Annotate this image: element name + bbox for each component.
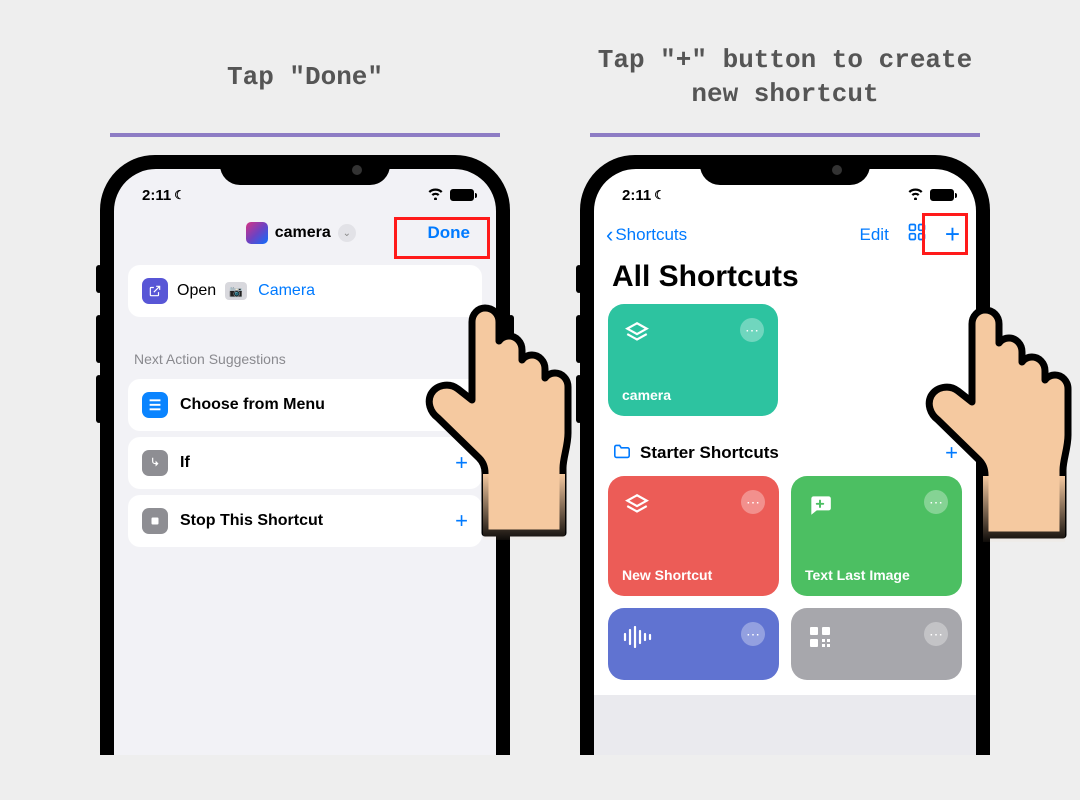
- shortcut-tile-camera[interactable]: ⋯ camera: [608, 304, 778, 416]
- tile-more-icon[interactable]: ⋯: [924, 622, 948, 646]
- shortcut-title[interactable]: camera: [275, 224, 331, 242]
- back-button[interactable]: ‹ Shortcuts: [606, 222, 687, 248]
- tile-more-icon[interactable]: ⋯: [741, 490, 765, 514]
- action-open-label: Open: [177, 282, 216, 300]
- editor-nav: camera ⌄ Done: [114, 211, 496, 257]
- status-time: 2:11☾: [142, 187, 185, 204]
- panel-step-done: Tap "Done" 2:11☾: [100, 30, 510, 755]
- shortcut-tile-new[interactable]: ⋯ New Shortcut: [608, 476, 779, 596]
- bottom-overlay: [594, 695, 976, 755]
- chevron-down-icon[interactable]: ⌄: [338, 224, 356, 242]
- menu-icon: ☰: [142, 392, 168, 418]
- chevron-left-icon: ‹: [606, 222, 613, 248]
- tile-more-icon[interactable]: ⋯: [740, 318, 764, 342]
- wifi-icon: [427, 187, 444, 204]
- pointing-hand-icon: [415, 290, 585, 540]
- pointing-hand-icon: [915, 292, 1080, 542]
- tile-label: Text Last Image: [805, 567, 910, 583]
- shortcut-tile-audio[interactable]: ⋯: [608, 608, 779, 680]
- open-app-icon: [142, 278, 168, 304]
- panel-step-plus: Tap "+" button to create new shortcut 2:…: [580, 30, 990, 755]
- suggestion-label: Choose from Menu: [180, 396, 325, 414]
- message-plus-icon: [805, 490, 835, 520]
- stop-icon: [142, 508, 168, 534]
- suggestion-label: Stop This Shortcut: [180, 512, 323, 530]
- qr-icon: [805, 622, 835, 652]
- suggestion-label: If: [180, 454, 190, 472]
- tile-more-icon[interactable]: ⋯: [741, 622, 765, 646]
- divider: [590, 133, 980, 137]
- grid-view-icon[interactable]: [907, 222, 927, 248]
- layers-icon: [622, 318, 652, 348]
- battery-icon: [450, 189, 474, 201]
- add-shortcut-button[interactable]: +: [945, 219, 960, 250]
- edit-button[interactable]: Edit: [860, 225, 889, 245]
- done-button[interactable]: Done: [420, 219, 479, 247]
- section-starter[interactable]: Starter Shortcuts +: [608, 430, 962, 476]
- moon-icon: ☾: [174, 188, 185, 202]
- battery-icon: [930, 189, 954, 201]
- tile-label: camera: [622, 387, 671, 403]
- shortcut-tile-qr[interactable]: ⋯: [791, 608, 962, 680]
- moon-icon: ☾: [654, 188, 665, 202]
- status-time: 2:11☾: [622, 187, 665, 204]
- waveform-icon: [622, 622, 652, 652]
- shortcuts-app-icon: [246, 222, 268, 244]
- camera-app-icon: 📷: [225, 282, 247, 300]
- caption-left: Tap "Done": [227, 30, 383, 125]
- divider: [110, 133, 500, 137]
- tile-label: New Shortcut: [622, 567, 712, 583]
- action-target[interactable]: Camera: [258, 282, 315, 300]
- phone-notch: [220, 155, 390, 185]
- library-nav: ‹ Shortcuts Edit +: [594, 211, 976, 254]
- wifi-icon: [907, 187, 924, 204]
- branch-icon: [142, 450, 168, 476]
- layers-icon: [622, 490, 652, 520]
- caption-right: Tap "+" button to create new shortcut: [580, 30, 990, 125]
- folder-icon: [612, 443, 632, 464]
- section-label: Starter Shortcuts: [640, 443, 779, 463]
- phone-notch: [700, 155, 870, 185]
